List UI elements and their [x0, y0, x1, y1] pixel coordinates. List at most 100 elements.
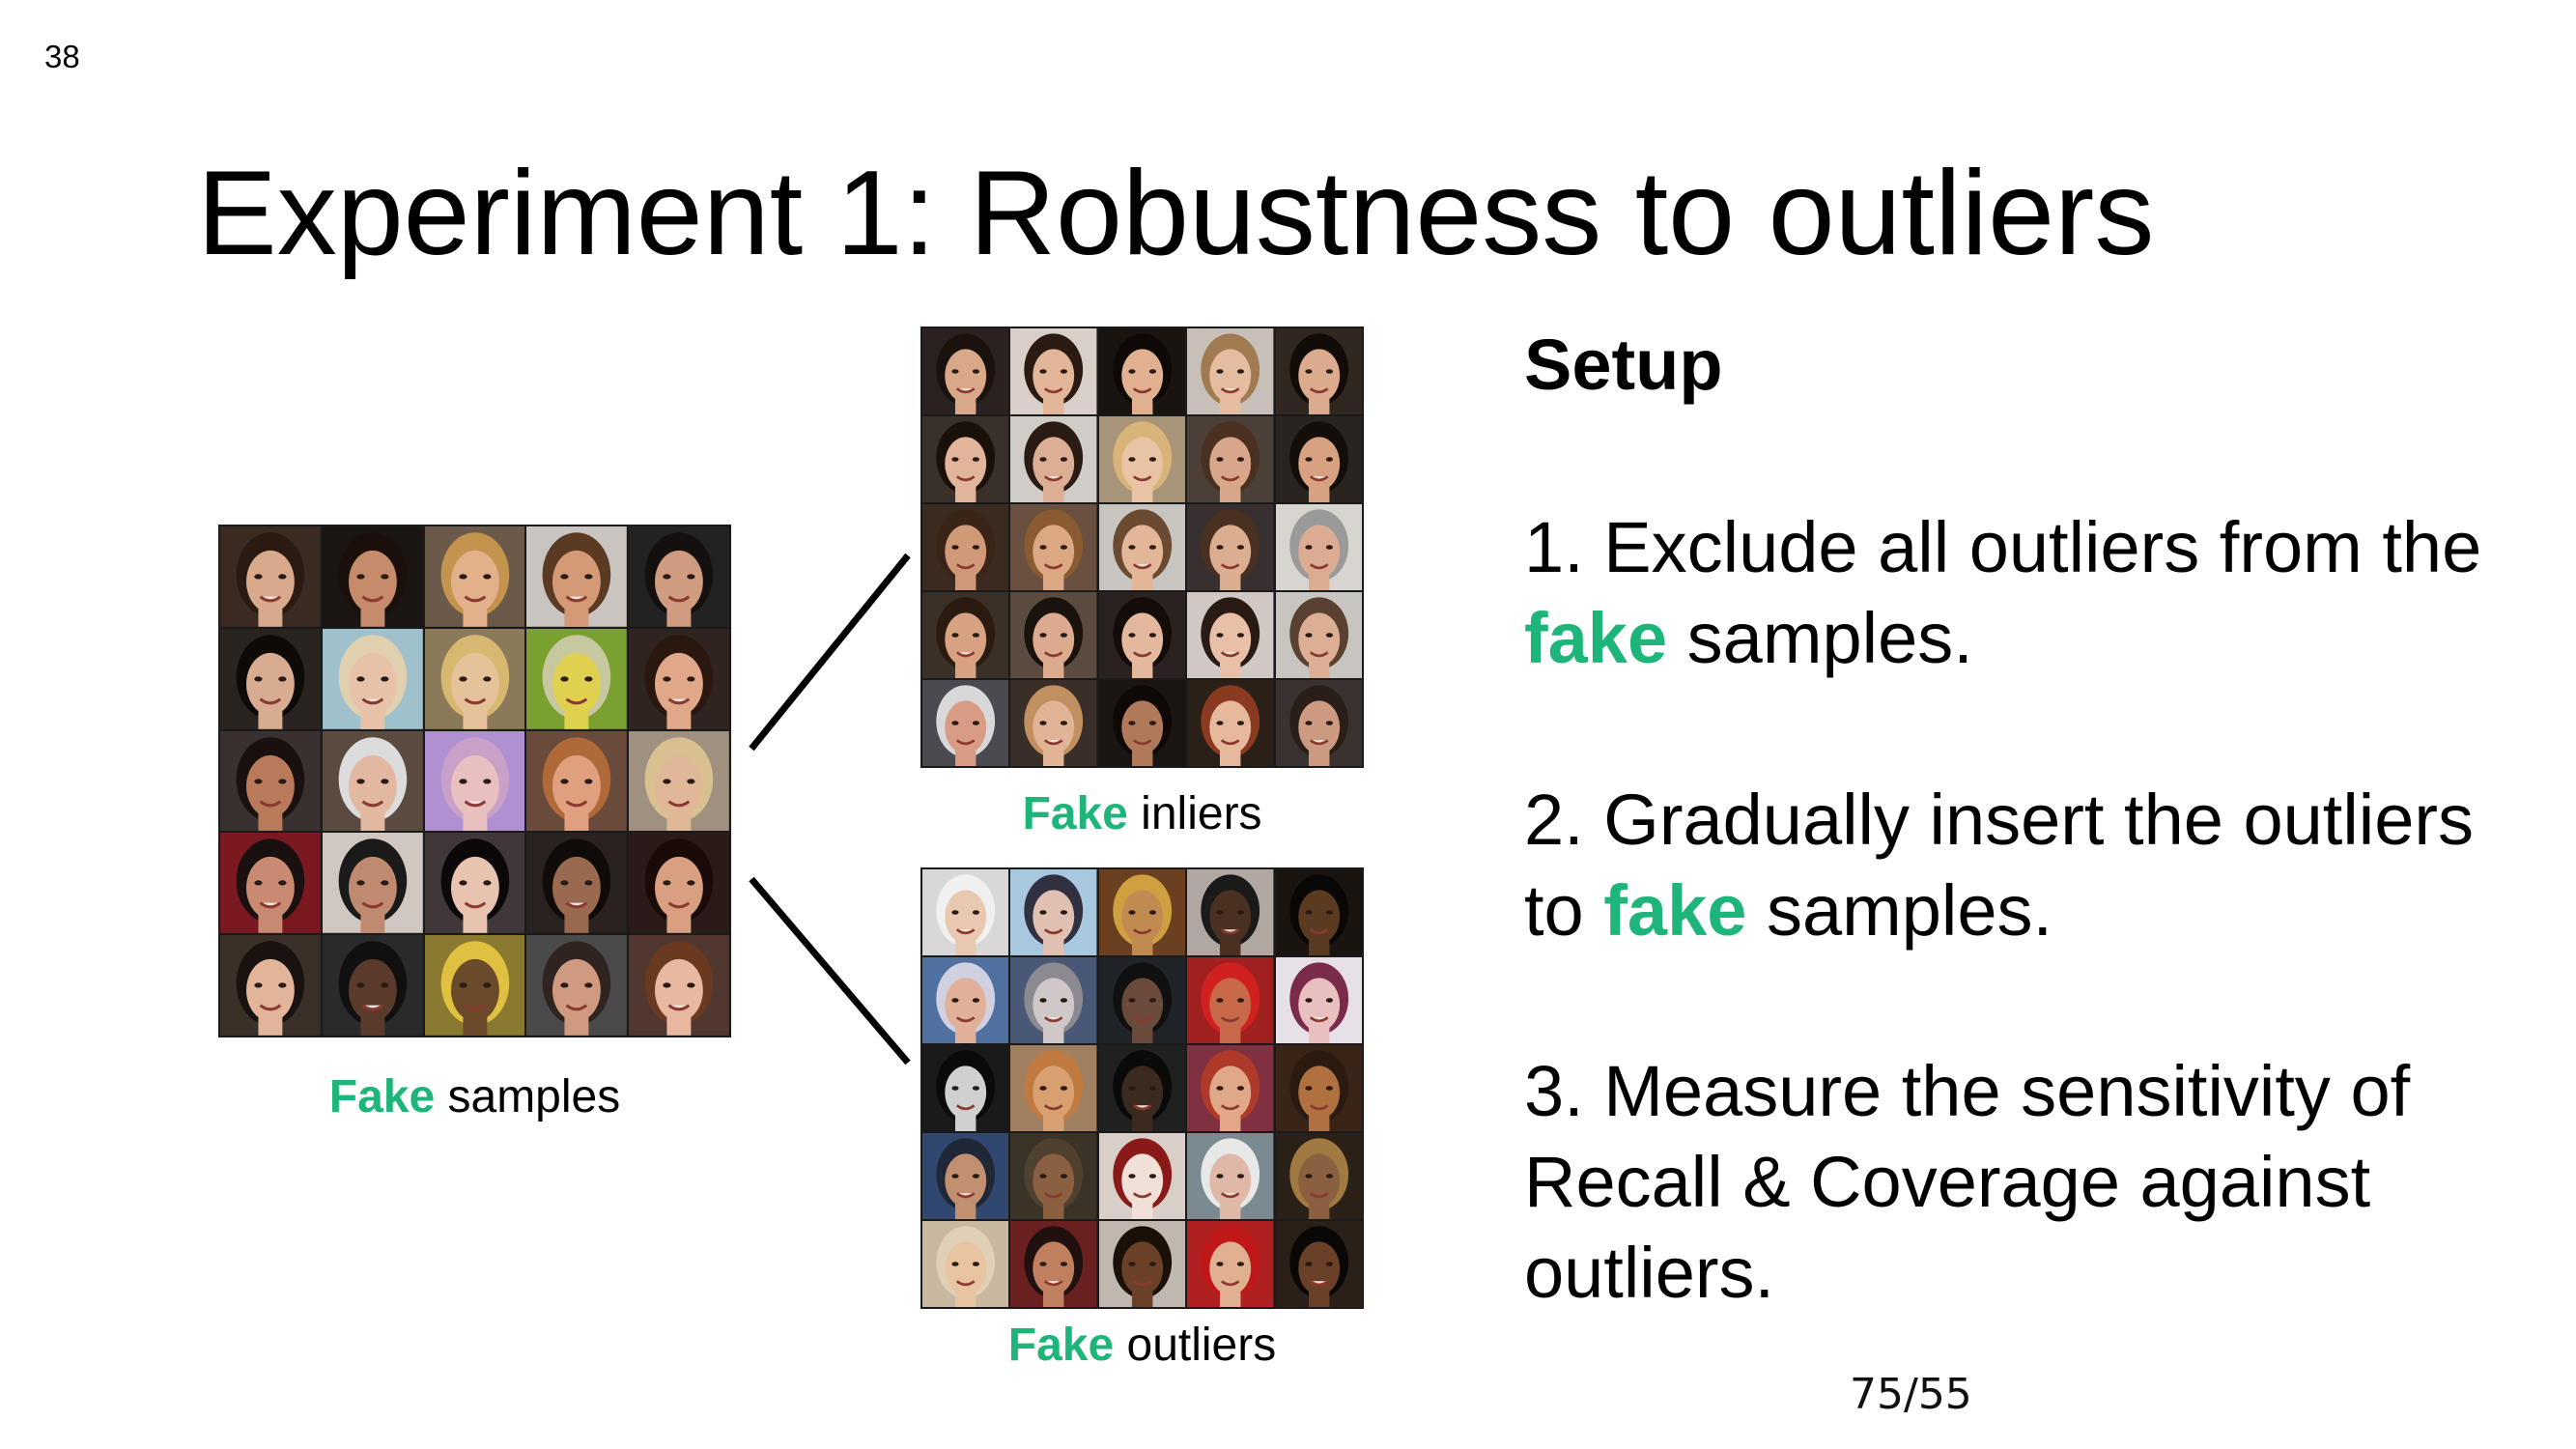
face-thumbnail [1010, 592, 1097, 678]
face-thumbnail [1275, 1221, 1362, 1307]
step-text: samples. [1667, 598, 1973, 678]
face-thumbnail [922, 1045, 1009, 1131]
face-thumbnail [322, 935, 423, 1036]
caption-rest: inliers [1127, 788, 1262, 839]
face-thumbnail [220, 526, 321, 627]
face-thumbnail [922, 328, 1009, 414]
connector-line-outliers [749, 876, 911, 1065]
face-thumbnail [1098, 592, 1186, 678]
face-thumbnail [1010, 680, 1097, 766]
face-thumbnail [922, 1221, 1009, 1307]
face-thumbnail [1275, 328, 1362, 414]
face-thumbnail [922, 416, 1009, 502]
setup-step-1: 1. Exclude all outliers from the fake sa… [1524, 502, 2548, 684]
face-thumbnail [629, 833, 729, 934]
face-thumbnail [322, 730, 423, 832]
face-thumbnail [1010, 957, 1097, 1043]
face-thumbnail [1098, 1133, 1186, 1219]
slide-title: Experiment 1: Robustness to outliers [197, 147, 2155, 280]
fake-samples-grid [218, 525, 731, 1037]
caption-rest: samples [435, 1071, 621, 1122]
step-accent: fake [1524, 598, 1668, 678]
step-text: 3. Measure the sensitivity of Recall & C… [1524, 1051, 2411, 1313]
fake-inliers-grid [920, 327, 1364, 768]
fake-outliers-caption: Fake outliers [920, 1319, 1364, 1372]
face-thumbnail [526, 628, 628, 729]
step-accent: fake [1603, 870, 1747, 951]
face-thumbnail [424, 935, 525, 1036]
face-thumbnail [1275, 416, 1362, 502]
face-thumbnail [1098, 1045, 1186, 1131]
face-thumbnail [526, 730, 628, 832]
face-thumbnail [1098, 869, 1186, 955]
face-thumbnail [1098, 680, 1186, 766]
slide-number: 38 [44, 39, 80, 74]
face-thumbnail [1187, 957, 1274, 1043]
caption-accent: Fake [1022, 788, 1128, 839]
face-thumbnail [1098, 416, 1186, 502]
face-thumbnail [526, 935, 628, 1036]
face-thumbnail [922, 869, 1009, 955]
caption-rest: outliers [1114, 1320, 1277, 1371]
face-thumbnail [922, 504, 1009, 590]
face-thumbnail [1010, 328, 1097, 414]
face-thumbnail [1010, 869, 1097, 955]
face-thumbnail [922, 1133, 1009, 1219]
connector-line-inliers [749, 553, 911, 752]
face-thumbnail [1187, 869, 1274, 955]
setup-step-3: 3. Measure the sensitivity of Recall & C… [1524, 1046, 2548, 1319]
face-thumbnail [1187, 592, 1274, 678]
face-thumbnail [1010, 504, 1097, 590]
face-thumbnail [1275, 869, 1362, 955]
setup-heading: Setup [1524, 325, 1723, 405]
face-thumbnail [629, 628, 729, 729]
face-thumbnail [220, 628, 321, 729]
face-thumbnail [922, 957, 1009, 1043]
caption-accent: Fake [1007, 1320, 1115, 1371]
face-thumbnail [1275, 592, 1362, 678]
face-thumbnail [424, 628, 525, 729]
face-thumbnail [424, 730, 525, 832]
face-thumbnail [1187, 416, 1274, 502]
face-thumbnail [424, 526, 525, 627]
face-thumbnail [1010, 1133, 1097, 1219]
fake-samples-caption: Fake samples [218, 1070, 731, 1123]
face-thumbnail [1187, 1133, 1274, 1219]
face-thumbnail [922, 680, 1009, 766]
face-thumbnail [1275, 1133, 1362, 1219]
face-thumbnail [922, 592, 1009, 678]
caption-accent: Fake [328, 1071, 436, 1122]
face-thumbnail [629, 526, 729, 627]
face-thumbnail [629, 730, 729, 832]
face-thumbnail [1010, 1045, 1097, 1131]
setup-step-2: 2. Gradually insert the outliers to fake… [1524, 775, 2548, 956]
step-text: 1. Exclude all outliers from the [1524, 507, 2482, 587]
fake-inliers-caption: Fake inliers [920, 787, 1364, 840]
face-thumbnail [322, 628, 423, 729]
step-text: samples. [1746, 870, 2053, 951]
face-thumbnail [220, 935, 321, 1036]
face-thumbnail [322, 526, 423, 627]
face-thumbnail [526, 833, 628, 934]
face-thumbnail [1187, 328, 1274, 414]
face-thumbnail [1275, 680, 1362, 766]
face-thumbnail [1275, 504, 1362, 590]
face-thumbnail [1098, 328, 1186, 414]
face-thumbnail [424, 833, 525, 934]
fake-outliers-grid [920, 867, 1364, 1309]
face-thumbnail [1010, 416, 1097, 502]
page-counter: 75/55 [1850, 1370, 1972, 1419]
face-thumbnail [1098, 957, 1186, 1043]
face-thumbnail [1275, 957, 1362, 1043]
face-thumbnail [220, 730, 321, 832]
face-thumbnail [1187, 504, 1274, 590]
face-thumbnail [629, 935, 729, 1036]
face-thumbnail [1187, 1045, 1274, 1131]
face-thumbnail [1187, 680, 1274, 766]
face-thumbnail [322, 833, 423, 934]
face-thumbnail [1098, 504, 1186, 590]
face-thumbnail [1187, 1221, 1274, 1307]
face-thumbnail [1275, 1045, 1362, 1131]
face-thumbnail [526, 526, 628, 627]
face-thumbnail [1010, 1221, 1097, 1307]
